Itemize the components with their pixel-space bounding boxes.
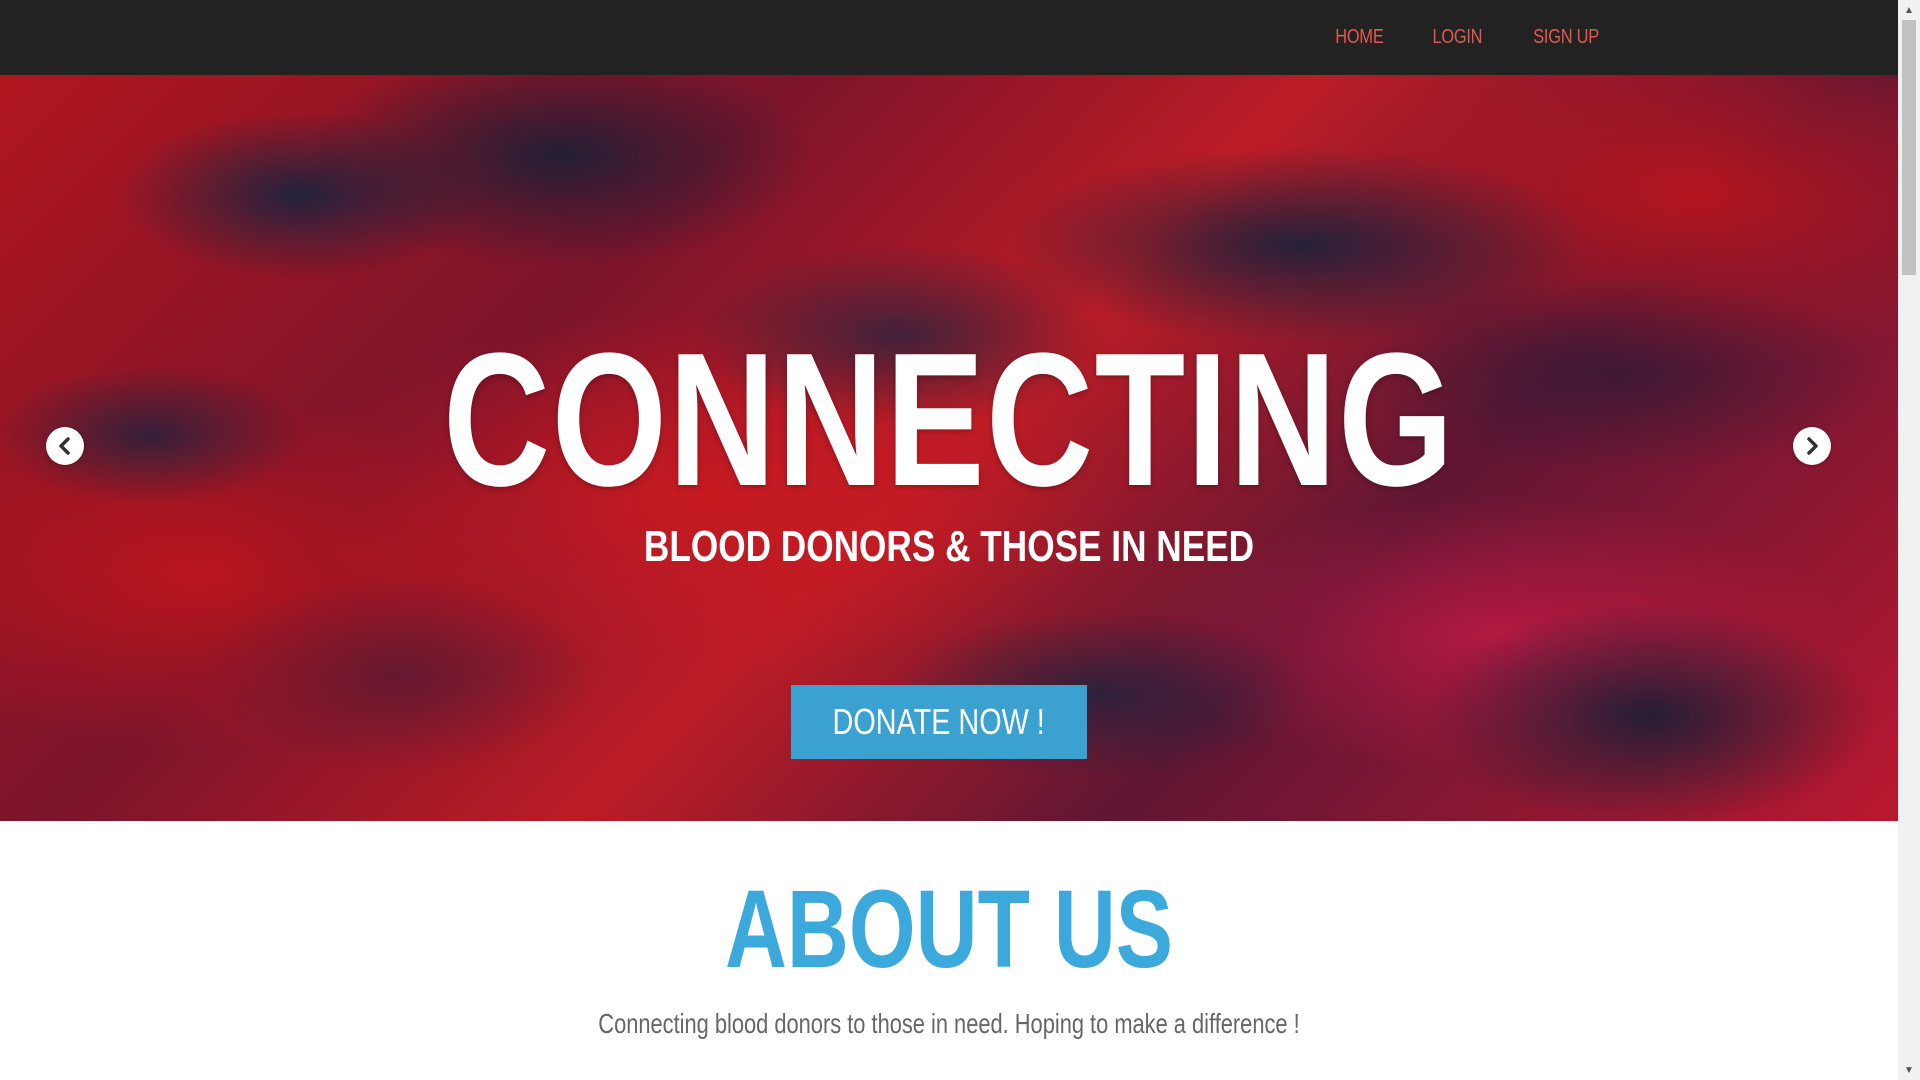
nav-link-sign-up[interactable]: SIGN UP (1533, 26, 1599, 49)
hero-subtitle: BLOOD DONORS & THOSE IN NEED (643, 522, 1255, 571)
about-us-description: Connecting blood donors to those in need… (598, 1008, 1300, 1039)
donate-now-label: DONATE NOW ! (832, 701, 1046, 742)
nav-link-login[interactable]: LOGIN (1433, 26, 1483, 49)
page-viewport: HOME LOGIN SIGN UP CONNECTING BLOOD DONO… (0, 0, 1898, 1080)
scroll-down-arrow-icon[interactable]: ▼ (1898, 1060, 1920, 1080)
carousel-prev-button[interactable] (46, 427, 84, 465)
hero-content: CONNECTING BLOOD DONORS & THOSE IN NEED … (0, 75, 1898, 821)
chevron-right-icon (1807, 437, 1818, 455)
about-us-heading: ABOUT US (724, 868, 1174, 991)
page-scrollbar[interactable]: ▲ ▼ (1898, 0, 1920, 1080)
scrollbar-thumb[interactable] (1902, 20, 1916, 275)
carousel-next-button[interactable] (1793, 427, 1831, 465)
scroll-up-arrow-icon[interactable]: ▲ (1898, 0, 1920, 20)
donate-now-button[interactable]: DONATE NOW ! (791, 685, 1087, 759)
nav-links: HOME LOGIN SIGN UP (1330, 0, 1606, 75)
hero-title: CONNECTING (443, 314, 1455, 526)
chevron-left-icon (59, 437, 70, 455)
nav-link-home[interactable]: HOME (1336, 26, 1384, 49)
top-navbar: HOME LOGIN SIGN UP (0, 0, 1898, 75)
hero-carousel: CONNECTING BLOOD DONORS & THOSE IN NEED … (0, 75, 1898, 821)
